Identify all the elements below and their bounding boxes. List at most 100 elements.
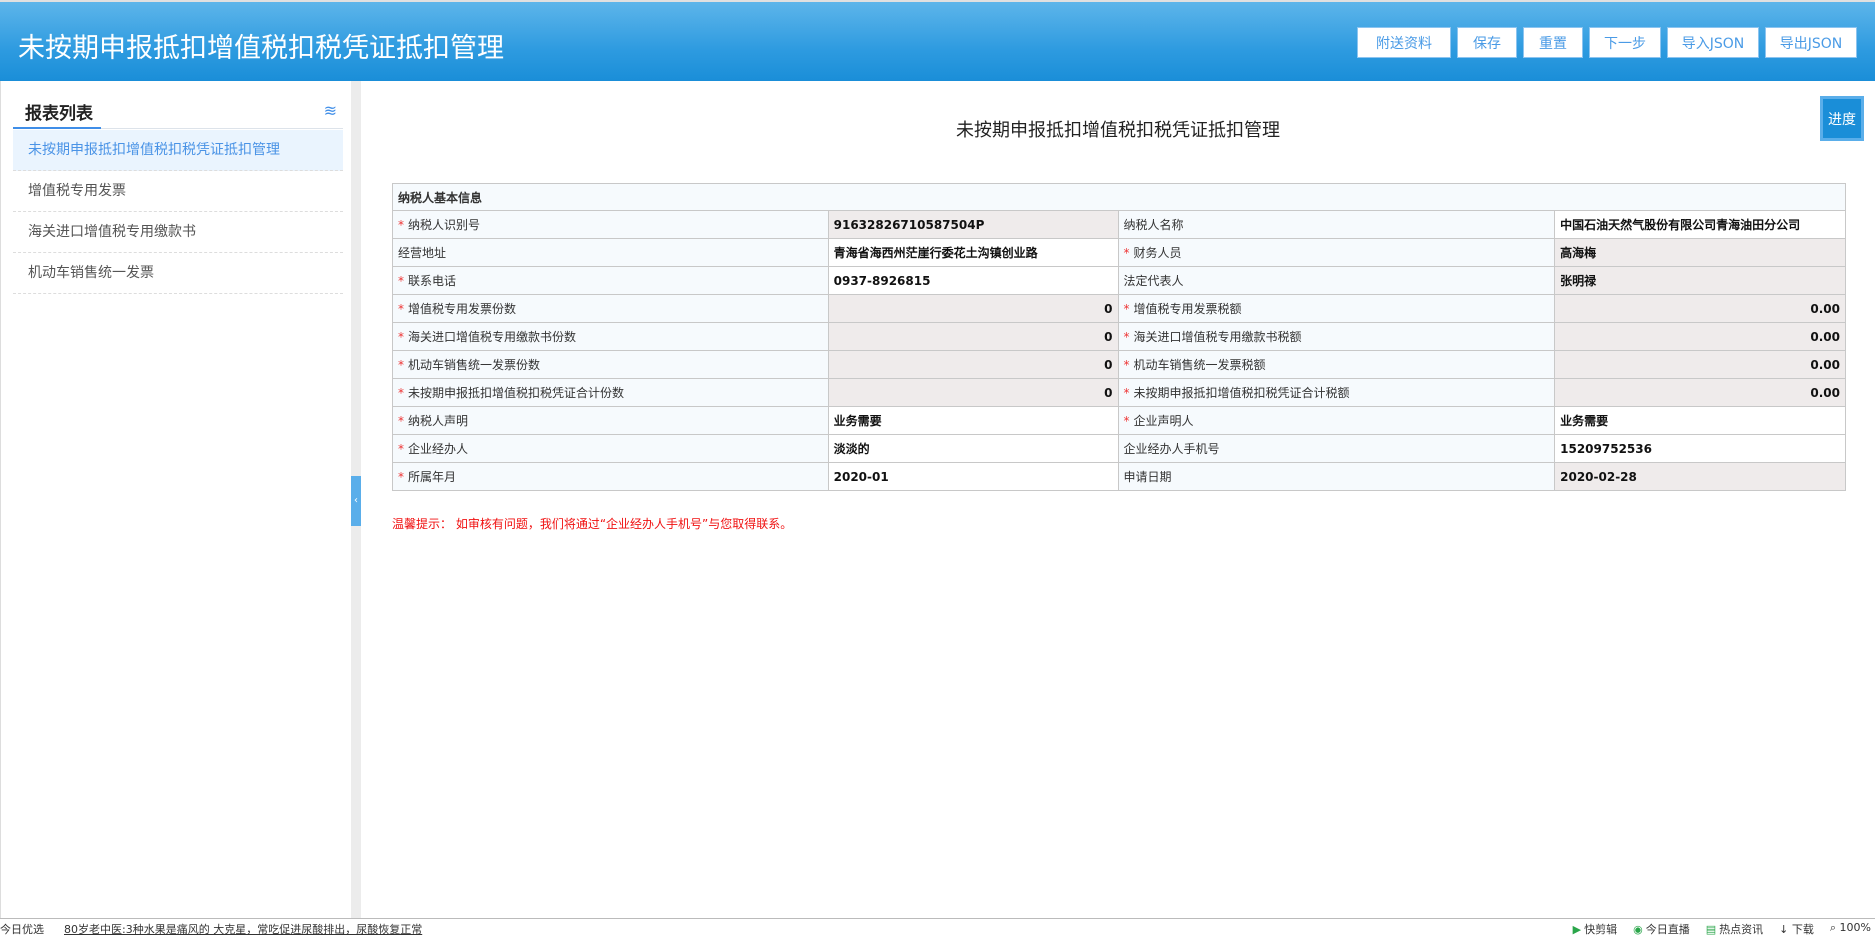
table-row: * 纳税人识别号 91632826710587504P 纳税人名称 中国石油天然气股份有…	[392, 210, 1846, 239]
required-marker: *	[398, 386, 404, 400]
field-value[interactable]: 业务需要	[827, 406, 1119, 435]
sidebar-item-overdue-deduction[interactable]: 未按期申报抵扣增值税扣税凭证抵扣管理	[13, 130, 343, 171]
field-value: 2020-02-28	[1554, 462, 1846, 491]
field-label: 企业经办人手机号	[1117, 434, 1556, 463]
zoom-label: 100%	[1839, 920, 1871, 934]
sidebar-item-vat-special-invoice[interactable]: 增值税专用发票	[13, 171, 343, 212]
sidebar-item-motor-vehicle-invoice[interactable]: 机动车销售统一发票	[13, 253, 343, 294]
taxpayer-info-table: 纳税人基本信息 * 纳税人识别号 91632826710587504P 纳税人名称 中国…	[392, 183, 1846, 491]
import-json-button[interactable]: 导入JSON	[1667, 27, 1759, 58]
required-marker: *	[398, 414, 404, 428]
field-value[interactable]: 0937-8926815	[827, 266, 1119, 295]
field-label: 法定代表人	[1117, 266, 1556, 295]
news-link[interactable]: 80岁老中医:3种水果是痛风的 大克星，常吃促进尿酸排出，尿酸恢复正常	[64, 921, 422, 937]
field-label-text: 纳税人声明	[408, 414, 469, 428]
progress-button[interactable]: 进度	[1820, 96, 1864, 141]
next-step-button[interactable]: 下一步	[1589, 27, 1661, 58]
field-value[interactable]: 淡淡的	[827, 434, 1119, 463]
quick-edit-label: 快剪辑	[1584, 922, 1618, 936]
field-label: * 纳税人声明	[392, 406, 829, 435]
report-list-sidebar: 报表列表 ≋ 未按期申报抵扣增值税扣税凭证抵扣管理 增值税专用发票 海关进口增值…	[0, 81, 350, 918]
active-tab-underline	[13, 127, 101, 129]
field-label: * 联系电话	[392, 266, 829, 295]
live-label: 今日直播	[1645, 922, 1690, 936]
table-row: * 纳税人声明 业务需要 * 企业声明人 业务需要	[392, 406, 1846, 435]
field-label-text: 企业经办人	[408, 442, 469, 456]
field-label-text: 联系电话	[408, 274, 457, 288]
download[interactable]: ↓ 下载	[1779, 921, 1814, 937]
field-label-text: 增值税专用发票税额	[1133, 302, 1242, 316]
field-value[interactable]: 中国石油天然气股份有限公司青海油田分公司	[1554, 210, 1846, 239]
field-label-text: 财务人员	[1133, 246, 1182, 260]
field-label-text: 机动车销售统一发票税额	[1133, 358, 1266, 372]
save-button[interactable]: 保存	[1457, 27, 1517, 58]
field-label: * 企业经办人	[392, 434, 829, 463]
field-value[interactable]: 15209752536	[1554, 434, 1846, 463]
news-icon: ▤	[1705, 922, 1717, 936]
hot-news-label: 热点资讯	[1719, 922, 1764, 936]
table-row: * 未按期申报抵扣增值税扣税凭证合计份数 0 * 未按期申报抵扣增值税扣税凭证合计税额 0…	[392, 378, 1846, 407]
field-value[interactable]: 青海省海西州茫崖行委花土沟镇创业路	[827, 238, 1119, 267]
warm-tip: 温馨提示： 如审核有问题，我们将通过“企业经办人手机号”与您取得联系。	[392, 517, 793, 531]
required-marker: *	[398, 442, 404, 456]
live-icon: ◉	[1633, 922, 1643, 936]
field-value: 0.00	[1554, 322, 1846, 351]
field-label-text: 未按期申报抵扣增值税扣税凭证合计税额	[1133, 386, 1350, 400]
field-label-text: 增值税专用发票份数	[408, 302, 517, 316]
field-label-text: 所属年月	[408, 470, 457, 484]
field-label: * 财务人员	[1117, 238, 1556, 267]
table-row: * 机动车销售统一发票份数 0 * 机动车销售统一发票税额 0.00	[392, 350, 1846, 379]
table-row: 经营地址 青海省海西州茫崖行委花土沟镇创业路 * 财务人员 高海梅	[392, 238, 1846, 267]
field-label-text: 经营地址	[398, 246, 447, 260]
export-json-button[interactable]: 导出JSON	[1765, 27, 1857, 58]
field-label-text: 申请日期	[1123, 470, 1172, 484]
field-label: * 机动车销售统一发票份数	[392, 350, 829, 379]
layers-icon[interactable]: ≋	[324, 101, 337, 120]
attach-docs-button[interactable]: 附送资料	[1357, 27, 1451, 58]
field-label: * 未按期申报抵扣增值税扣税凭证合计税额	[1117, 378, 1556, 407]
field-label: * 海关进口增值税专用缴款书税额	[1117, 322, 1556, 351]
table-row: * 联系电话 0937-8926815 法定代表人 张明禄	[392, 266, 1846, 295]
field-value: 张明禄	[1554, 266, 1846, 295]
required-marker: *	[398, 330, 404, 344]
field-label: 纳税人名称	[1117, 210, 1556, 239]
field-label-text: 纳税人识别号	[408, 218, 481, 232]
field-label: * 机动车销售统一发票税额	[1117, 350, 1556, 379]
table-row: * 增值税专用发票份数 0 * 增值税专用发票税额 0.00	[392, 294, 1846, 323]
section-title: 纳税人基本信息	[392, 183, 1846, 211]
page-title: 未按期申报抵扣增值税扣税凭证抵扣管理	[956, 120, 1280, 141]
field-label: * 海关进口增值税专用缴款书份数	[392, 322, 829, 351]
field-label-text: 纳税人名称	[1123, 218, 1184, 232]
required-marker: *	[398, 358, 404, 372]
required-marker: *	[398, 218, 404, 232]
today-picks[interactable]: 今日优选	[0, 921, 44, 937]
table-row: * 所属年月 2020-01 申请日期 2020-02-28	[392, 462, 1846, 491]
live[interactable]: ◉ 今日直播	[1633, 921, 1690, 937]
required-marker: *	[398, 274, 404, 288]
hot-news[interactable]: ▤ 热点资讯	[1706, 921, 1763, 937]
app-header: 未按期申报抵扣增值税扣税凭证抵扣管理 附送资料 保存 重置 下一步 导入JSON…	[0, 0, 1875, 81]
app-title: 未按期申报抵扣增值税扣税凭证抵扣管理	[18, 33, 504, 64]
field-label-text: 未按期申报抵扣增值税扣税凭证合计份数	[408, 386, 625, 400]
required-marker: *	[1123, 414, 1130, 428]
field-label: 申请日期	[1117, 462, 1556, 491]
field-value[interactable]: 业务需要	[1554, 406, 1846, 435]
field-label-text: 法定代表人	[1123, 274, 1184, 288]
field-label-text: 海关进口增值税专用缴款书税额	[1133, 330, 1302, 344]
zoom-level[interactable]: ⌕ 100%	[1830, 921, 1871, 937]
field-value[interactable]: 2020-01	[827, 462, 1119, 491]
quick-edit[interactable]: ▶ 快剪辑	[1573, 921, 1617, 937]
play-icon: ▶	[1572, 922, 1582, 936]
table-row: * 海关进口增值税专用缴款书份数 0 * 海关进口增值税专用缴款书税额 0.00	[392, 322, 1846, 351]
field-label: * 所属年月	[392, 462, 829, 491]
field-value: 0	[827, 322, 1119, 351]
field-label: * 增值税专用发票税额	[1117, 294, 1556, 323]
field-value: 91632826710587504P	[827, 210, 1119, 239]
field-label-text: 机动车销售统一发票份数	[408, 358, 541, 372]
field-label-text: 企业经办人手机号	[1123, 442, 1220, 456]
reset-button[interactable]: 重置	[1523, 27, 1583, 58]
sidebar-item-customs-payment[interactable]: 海关进口增值税专用缴款书	[13, 212, 343, 253]
required-marker: *	[1123, 302, 1130, 316]
field-value: 0	[827, 350, 1119, 379]
collapse-sidebar-button[interactable]: ‹	[351, 476, 361, 526]
